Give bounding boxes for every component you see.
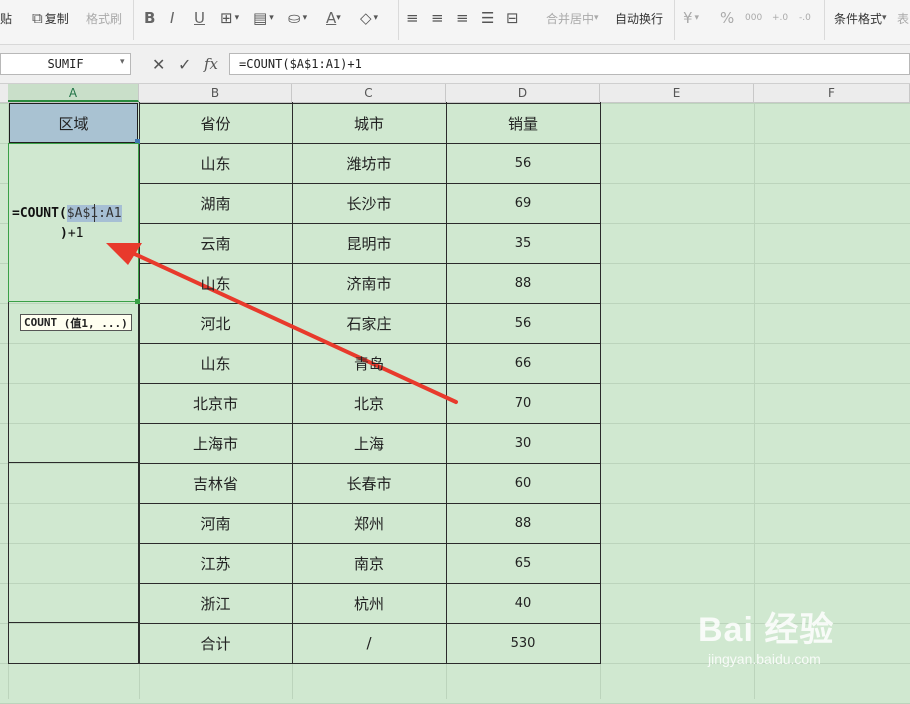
cell-province[interactable]: 合计: [139, 623, 292, 663]
header-province[interactable]: 省份: [139, 103, 292, 143]
cell-province[interactable]: 河南: [139, 503, 292, 543]
cell-sales[interactable]: 56: [446, 143, 600, 183]
cell-city[interactable]: 郑州: [292, 503, 446, 543]
cell-sales[interactable]: 530: [446, 623, 600, 663]
cell-city[interactable]: 杭州: [292, 583, 446, 623]
cell-province[interactable]: 上海市: [139, 423, 292, 463]
cell-sales[interactable]: 69: [446, 183, 600, 223]
cell-city[interactable]: 石家庄: [292, 303, 446, 343]
cell-sales[interactable]: 60: [446, 463, 600, 503]
cell-province[interactable]: 云南: [139, 223, 292, 263]
cell-province[interactable]: 湖南: [139, 183, 292, 223]
cell-city[interactable]: 长春市: [292, 463, 446, 503]
cell-province[interactable]: 山东: [139, 143, 292, 183]
cell-sales[interactable]: 56: [446, 303, 600, 343]
cell-city[interactable]: 济南市: [292, 263, 446, 303]
cell-sales[interactable]: 35: [446, 223, 600, 263]
cell-province[interactable]: 河北: [139, 303, 292, 343]
cell-sales[interactable]: 65: [446, 543, 600, 583]
cell-city[interactable]: 上海: [292, 423, 446, 463]
cell-sales[interactable]: 88: [446, 503, 600, 543]
cell-city[interactable]: 潍坊市: [292, 143, 446, 183]
cell-city[interactable]: 北京: [292, 383, 446, 423]
header-sales[interactable]: 销量: [446, 103, 600, 143]
cell-sales[interactable]: 30: [446, 423, 600, 463]
cell-sales[interactable]: 66: [446, 343, 600, 383]
header-city[interactable]: 城市: [292, 103, 446, 143]
cell-province[interactable]: 江苏: [139, 543, 292, 583]
cell-sales[interactable]: 40: [446, 583, 600, 623]
cell-city[interactable]: 昆明市: [292, 223, 446, 263]
cell-sales[interactable]: 88: [446, 263, 600, 303]
cell-province[interactable]: 北京市: [139, 383, 292, 423]
cell-province[interactable]: 山东: [139, 263, 292, 303]
watermark-url: jingyan.baidu.com: [708, 651, 821, 667]
cell-province[interactable]: 山东: [139, 343, 292, 383]
cell-sales[interactable]: 70: [446, 383, 600, 423]
watermark-main: Bai 经验: [698, 611, 835, 649]
cell-province[interactable]: 吉林省: [139, 463, 292, 503]
cell-city[interactable]: 青岛: [292, 343, 446, 383]
cell-city[interactable]: 南京: [292, 543, 446, 583]
baidu-jingyan-watermark: Bai 经验 jingyan.baidu.com: [698, 602, 834, 667]
cell-province[interactable]: 浙江: [139, 583, 292, 623]
cell-city[interactable]: /: [292, 623, 446, 663]
cell-city[interactable]: 长沙市: [292, 183, 446, 223]
